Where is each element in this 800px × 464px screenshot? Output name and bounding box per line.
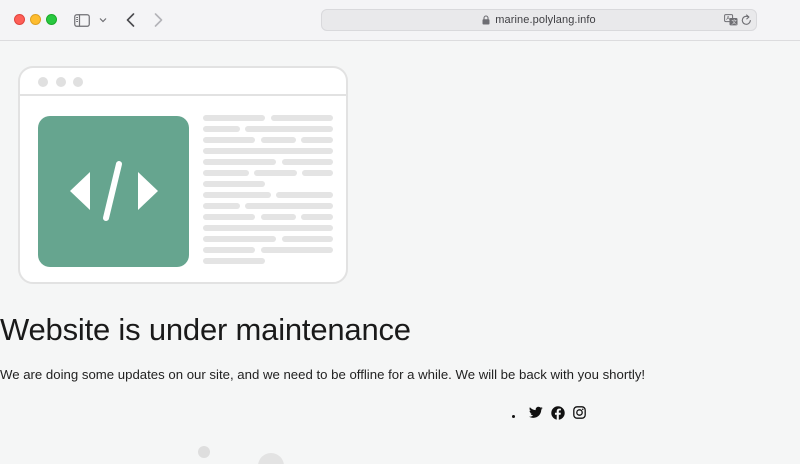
forward-arrow-icon[interactable] [150, 11, 166, 29]
code-icon [38, 116, 189, 267]
translate-icon[interactable]: A 文 [724, 14, 738, 26]
maintenance-illustration [18, 66, 348, 284]
maintenance-message: We are doing some updates on our site, a… [0, 367, 646, 382]
url-text: marine.polylang.info [495, 14, 596, 26]
instagram-icon[interactable] [573, 406, 587, 420]
back-arrow-icon[interactable] [122, 11, 138, 29]
lock-icon [482, 15, 490, 25]
svg-text:文: 文 [731, 18, 737, 26]
minimize-window-button[interactable] [30, 14, 41, 25]
zoom-window-button[interactable] [46, 14, 57, 25]
social-links [512, 405, 595, 421]
twitter-icon[interactable] [529, 406, 543, 420]
browser-window: marine.polylang.info A 文 Website is unde… [0, 0, 800, 464]
facebook-icon[interactable] [551, 406, 565, 420]
separator-dot [512, 415, 515, 418]
reload-icon[interactable] [741, 14, 752, 26]
page-title: Website is under maintenance [0, 312, 411, 347]
address-bar[interactable]: marine.polylang.info A 文 [321, 9, 757, 31]
chevron-down-icon[interactable] [97, 13, 109, 27]
browser-toolbar: marine.polylang.info A 文 [0, 0, 800, 41]
sidebar-icon[interactable] [72, 12, 92, 28]
close-window-button[interactable] [14, 14, 25, 25]
decorative-bubble [258, 453, 284, 464]
decorative-bubble [198, 446, 210, 458]
